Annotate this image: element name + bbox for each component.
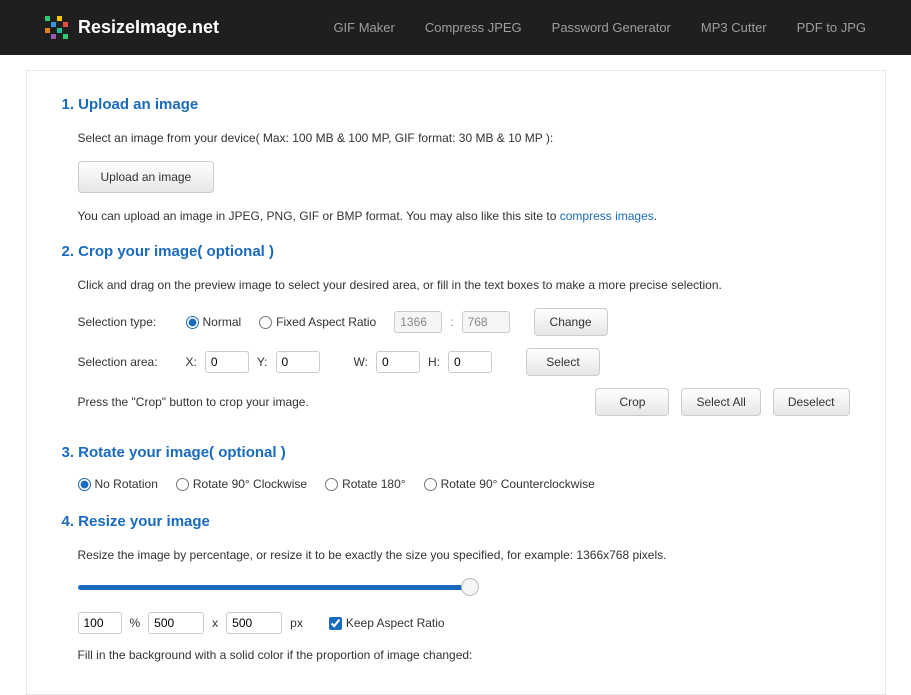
upload-button[interactable]: Upload an image bbox=[78, 161, 215, 193]
slider-track bbox=[78, 585, 470, 590]
radio-rotate-180[interactable] bbox=[325, 478, 338, 491]
radio-normal[interactable] bbox=[186, 316, 199, 329]
section-3-title: 3. Rotate your image( optional ) bbox=[62, 444, 850, 461]
radio-rotate-90ccw[interactable] bbox=[424, 478, 437, 491]
nav-password-generator[interactable]: Password Generator bbox=[552, 20, 671, 35]
upload-desc2-a: You can upload an image in JPEG, PNG, GI… bbox=[78, 209, 560, 223]
resize-slider[interactable] bbox=[78, 578, 470, 596]
logo-icon bbox=[45, 16, 68, 39]
radio-fixed-aspect[interactable] bbox=[259, 316, 272, 329]
x-input[interactable] bbox=[205, 351, 249, 373]
aspect-colon: : bbox=[450, 315, 453, 329]
radio-fixed-aspect-label: Fixed Aspect Ratio bbox=[276, 315, 376, 329]
radio-no-rotation-label: No Rotation bbox=[95, 477, 158, 491]
main-container: 1. Upload an image Select an image from … bbox=[26, 70, 886, 695]
change-button[interactable]: Change bbox=[534, 308, 608, 336]
fill-desc: Fill in the background with a solid colo… bbox=[78, 646, 850, 664]
crop-desc: Click and drag on the preview image to s… bbox=[78, 276, 850, 294]
w-input[interactable] bbox=[376, 351, 420, 373]
y-input[interactable] bbox=[276, 351, 320, 373]
selection-area-label: Selection area: bbox=[78, 355, 178, 369]
nav-pdf-to-jpg[interactable]: PDF to JPG bbox=[797, 20, 866, 35]
section-2-title: 2. Crop your image( optional ) bbox=[62, 243, 850, 260]
radio-rotate-90ccw-label: Rotate 90° Counterclockwise bbox=[441, 477, 595, 491]
resize-w-input[interactable] bbox=[148, 612, 204, 634]
aspect-h-input[interactable] bbox=[462, 311, 510, 333]
radio-rotate-90cw[interactable] bbox=[176, 478, 189, 491]
percent-unit: % bbox=[130, 616, 141, 630]
resize-h-input[interactable] bbox=[226, 612, 282, 634]
compress-images-link[interactable]: compress images bbox=[560, 209, 654, 223]
keep-aspect-label: Keep Aspect Ratio bbox=[346, 616, 445, 630]
y-label: Y: bbox=[257, 355, 268, 369]
deselect-button[interactable]: Deselect bbox=[773, 388, 850, 416]
radio-no-rotation[interactable] bbox=[78, 478, 91, 491]
nav-compress-jpeg[interactable]: Compress JPEG bbox=[425, 20, 522, 35]
radio-rotate-180-label: Rotate 180° bbox=[342, 477, 406, 491]
upload-desc2-b: . bbox=[654, 209, 657, 223]
radio-rotate-90cw-label: Rotate 90° Clockwise bbox=[193, 477, 307, 491]
nav-mp3-cutter[interactable]: MP3 Cutter bbox=[701, 20, 767, 35]
keep-aspect-checkbox[interactable] bbox=[329, 617, 342, 630]
radio-normal-label: Normal bbox=[203, 315, 242, 329]
crop-button[interactable]: Crop bbox=[595, 388, 669, 416]
crop-press-desc: Press the "Crop" button to crop your ima… bbox=[78, 395, 309, 409]
h-label: H: bbox=[428, 355, 440, 369]
select-button[interactable]: Select bbox=[526, 348, 600, 376]
x-label: X: bbox=[186, 355, 197, 369]
section-4-title: 4. Resize your image bbox=[62, 513, 850, 530]
upload-desc: Select an image from your device( Max: 1… bbox=[78, 129, 850, 147]
select-all-button[interactable]: Select All bbox=[681, 388, 760, 416]
brand-text[interactable]: ResizeImage.net bbox=[78, 17, 219, 38]
nav-gif-maker[interactable]: GIF Maker bbox=[333, 20, 394, 35]
resize-desc: Resize the image by percentage, or resiz… bbox=[78, 546, 850, 564]
slider-handle[interactable] bbox=[461, 578, 479, 596]
percent-input[interactable] bbox=[78, 612, 122, 634]
times-label: x bbox=[212, 616, 218, 630]
w-label: W: bbox=[354, 355, 368, 369]
h-input[interactable] bbox=[448, 351, 492, 373]
section-1-title: 1. Upload an image bbox=[62, 96, 850, 113]
px-label: px bbox=[290, 616, 303, 630]
selection-type-label: Selection type: bbox=[78, 315, 178, 329]
navbar: ResizeImage.net GIF Maker Compress JPEG … bbox=[0, 0, 911, 55]
aspect-w-input[interactable] bbox=[394, 311, 442, 333]
